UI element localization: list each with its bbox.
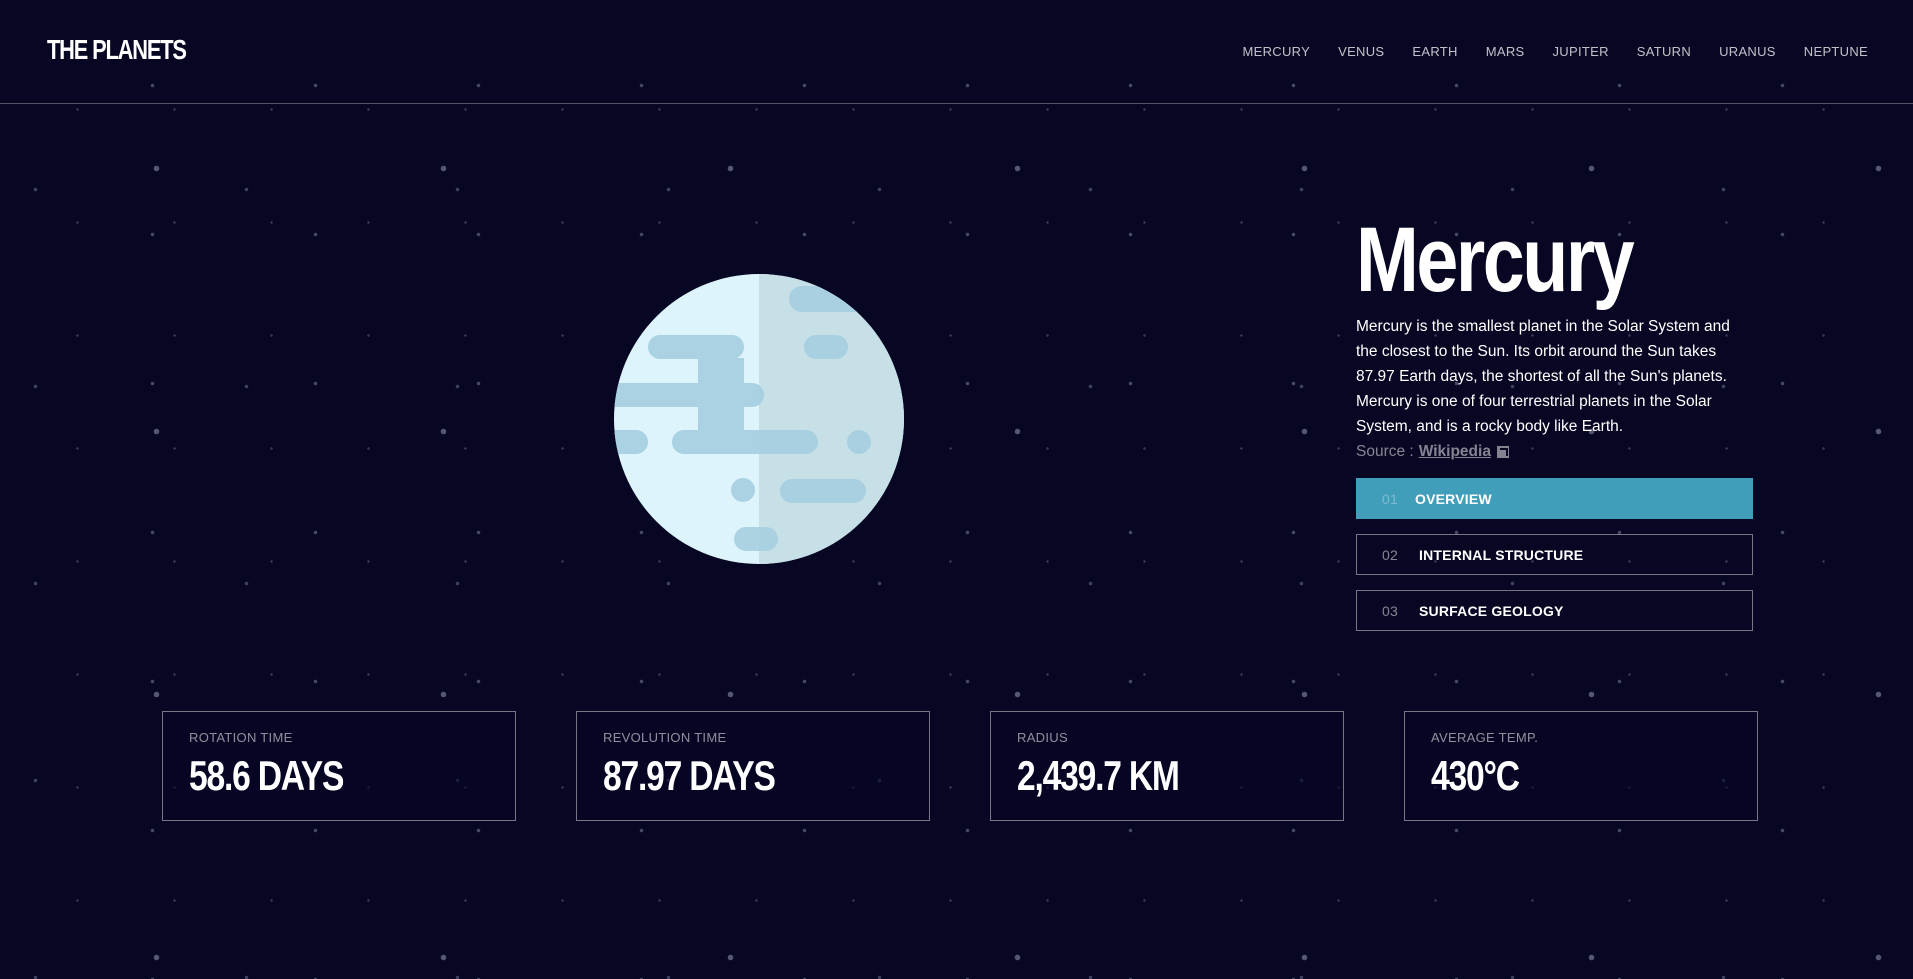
site-header: THE PLANETS MERCURY VENUS EARTH MARS JUP… xyxy=(0,0,1913,104)
tab-label: INTERNAL STRUCTURE xyxy=(1419,546,1584,563)
stat-label: ROTATION TIME xyxy=(189,730,293,745)
planet-name: Mercury xyxy=(1356,209,1635,311)
nav-item-earth[interactable]: EARTH xyxy=(1412,44,1457,59)
nav-item-jupiter[interactable]: JUPITER xyxy=(1553,44,1609,59)
stat-revolution-time: REVOLUTION TIME 87.97 DAYS xyxy=(576,711,930,821)
nav-item-saturn[interactable]: SATURN xyxy=(1637,44,1691,59)
tab-number: 03 xyxy=(1382,602,1398,619)
stat-radius: RADIUS 2,439.7 KM xyxy=(990,711,1344,821)
stat-rotation-time: ROTATION TIME 58.6 DAYS xyxy=(162,711,516,821)
stat-value: 87.97 DAYS xyxy=(603,752,776,799)
site-logo[interactable]: THE PLANETS xyxy=(47,34,187,66)
tab-label: OVERVIEW xyxy=(1415,490,1492,507)
stat-value: 430°C xyxy=(1431,752,1520,799)
page: THE PLANETS MERCURY VENUS EARTH MARS JUP… xyxy=(0,0,1913,979)
planet-image xyxy=(614,274,904,564)
tab-number: 01 xyxy=(1382,490,1398,507)
source-label: Source : xyxy=(1356,443,1414,460)
planet-description: Mercury is the smallest planet in the So… xyxy=(1356,318,1730,435)
source-line: Source : Wikipedia xyxy=(1356,439,1753,464)
stat-value: 58.6 DAYS xyxy=(189,752,344,799)
tab-number: 02 xyxy=(1382,546,1398,563)
nav-item-uranus[interactable]: URANUS xyxy=(1719,44,1776,59)
content-tabs: 01 OVERVIEW 02 INTERNAL STRUCTURE 03 SUR… xyxy=(1356,478,1753,646)
stat-value: 2,439.7 KM xyxy=(1017,752,1180,799)
stat-average-temp: AVERAGE TEMP. 430°C xyxy=(1404,711,1758,821)
planet-stats: ROTATION TIME 58.6 DAYS REVOLUTION TIME … xyxy=(162,711,1758,821)
external-link-icon[interactable] xyxy=(1496,445,1509,458)
source-link[interactable]: Wikipedia xyxy=(1419,439,1491,464)
nav-item-venus[interactable]: VENUS xyxy=(1338,44,1384,59)
nav-item-mars[interactable]: MARS xyxy=(1486,44,1525,59)
stat-label: RADIUS xyxy=(1017,730,1068,745)
stat-label: REVOLUTION TIME xyxy=(603,730,727,745)
tab-internal-structure[interactable]: 02 INTERNAL STRUCTURE xyxy=(1356,534,1753,575)
planet-nav: MERCURY VENUS EARTH MARS JUPITER SATURN … xyxy=(1215,44,1868,59)
tab-overview[interactable]: 01 OVERVIEW xyxy=(1356,478,1753,519)
stat-label: AVERAGE TEMP. xyxy=(1431,730,1539,745)
planet-info: Mercury Mercury is the smallest planet i… xyxy=(1356,214,1753,464)
nav-item-mercury[interactable]: MERCURY xyxy=(1243,44,1311,59)
nav-item-neptune[interactable]: NEPTUNE xyxy=(1804,44,1868,59)
tab-surface-geology[interactable]: 03 SURFACE GEOLOGY xyxy=(1356,590,1753,631)
tab-label: SURFACE GEOLOGY xyxy=(1419,602,1564,619)
